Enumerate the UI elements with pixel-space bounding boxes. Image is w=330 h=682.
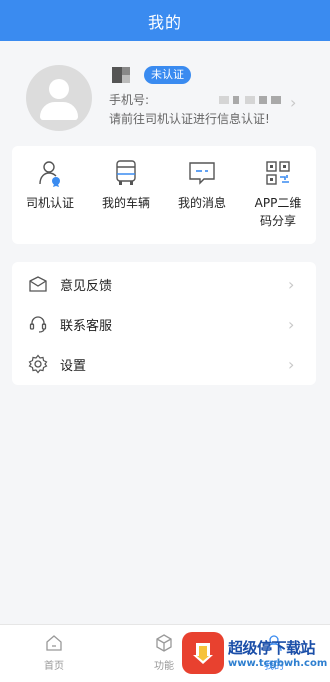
cube-icon xyxy=(156,634,172,652)
avatar-head-shape xyxy=(49,79,69,99)
certify-notice: 请前往司机认证进行信息认证! xyxy=(109,112,270,126)
page-title: 我的 xyxy=(147,12,182,32)
chevron-right-icon: › xyxy=(288,274,295,294)
chevron-right-icon: › xyxy=(288,354,295,374)
headset-icon xyxy=(29,316,47,333)
quick-action-my-messages[interactable]: 我的消息 xyxy=(164,158,240,238)
menu-item-label: 意见反馈 xyxy=(60,278,113,294)
menu-item-contact-support[interactable]: 联系客服 › xyxy=(12,304,316,344)
avatar-body-shape xyxy=(40,102,78,120)
top-bar: 我的 xyxy=(0,0,330,41)
quick-action-driver-certify[interactable]: 司机认证 xyxy=(12,158,88,238)
phone-masked xyxy=(233,95,240,104)
watermark: 超级停下载站 www.tcgbwh.com xyxy=(182,630,328,676)
quick-action-label: 司机认证 xyxy=(25,196,74,210)
driver-certify-icon xyxy=(39,161,60,187)
quick-action-my-vehicle[interactable]: 我的车辆 xyxy=(88,158,164,238)
phone-row: 手机号: xyxy=(109,91,282,108)
message-icon xyxy=(189,162,215,185)
menu-item-label: 联系客服 xyxy=(60,318,113,334)
home-icon xyxy=(46,635,62,651)
phone-label: 手机号: xyxy=(109,93,150,107)
watermark-url: www.tcgbwh.com xyxy=(228,658,328,669)
tab-label: 首页 xyxy=(44,661,64,672)
chevron-right-icon: › xyxy=(288,314,295,334)
watermark-title: 超级停下载站 xyxy=(228,639,316,657)
menu-item-feedback[interactable]: 意见反馈 › xyxy=(12,264,316,304)
profile-section[interactable]: 未认证 手机号: 请前往司机认证进行信息认证! › xyxy=(0,41,330,141)
qrcode-icon xyxy=(266,161,290,185)
chevron-right-icon[interactable]: › xyxy=(290,93,296,112)
phone-masked xyxy=(245,95,256,104)
status-badge: 未认证 xyxy=(144,66,191,84)
menu-item-settings[interactable]: 设置 › xyxy=(12,344,316,384)
menu-card: 意见反馈 › 联系客服 › 设置 › xyxy=(12,262,316,385)
truck-icon xyxy=(116,160,136,185)
settings-icon xyxy=(28,354,48,374)
quick-action-label: APP二维 码分享 xyxy=(254,196,302,228)
quick-action-label: 我的消息 xyxy=(177,196,226,210)
watermark-logo-icon xyxy=(182,632,224,674)
quick-action-label: 我的车辆 xyxy=(101,196,150,210)
menu-item-label: 设置 xyxy=(60,358,87,374)
tab-home[interactable]: 首页 xyxy=(24,633,84,677)
quick-actions-card: 司机认证 我的车辆 我的消息 APP二维 码分享 xyxy=(12,146,316,244)
avatar[interactable] xyxy=(26,65,92,131)
quick-action-app-qrcode[interactable]: APP二维 码分享 xyxy=(240,158,316,238)
feedback-icon xyxy=(29,276,47,292)
tab-label: 功能 xyxy=(154,661,174,672)
phone-masked xyxy=(219,95,230,104)
username-masked xyxy=(112,67,130,83)
phone-masked xyxy=(271,95,282,104)
phone-masked xyxy=(259,95,268,104)
